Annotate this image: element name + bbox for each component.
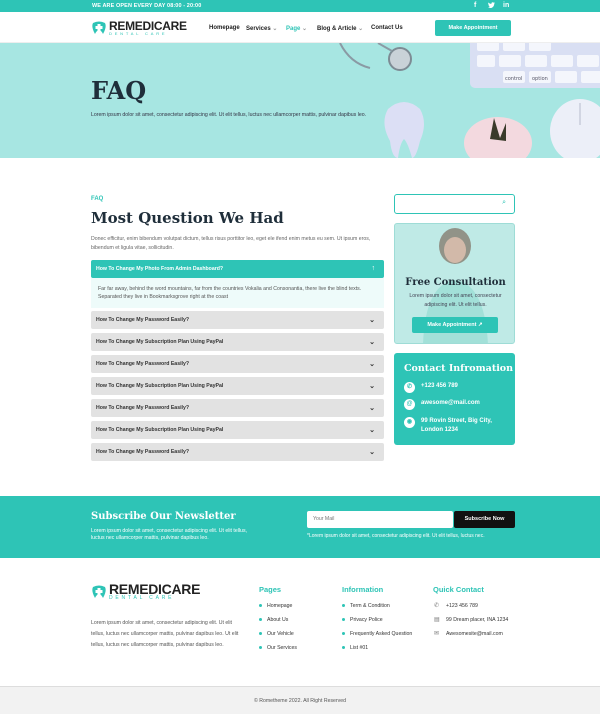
copyright-text: Rometheme 2022. All Right Reserved [259,698,347,704]
faq-question: How To Change My Subscription Plan Using… [96,383,224,389]
footer-email[interactable]: ✉ Awesomesite@mail.com [434,631,503,637]
footer-link[interactable]: Frequently Asked Question [342,631,412,637]
newsletter-title: Subscribe Our Newsletter [91,511,236,522]
mail-icon: ✉ [434,631,440,637]
linkedin-icon[interactable]: in [503,2,509,9]
footer-about: Lorem ipsum dolor sit amet, consectetur … [91,620,239,648]
footer-link[interactable]: Homepage [259,603,292,609]
faq-question: How To Change My Password Easily? [96,449,190,455]
footer-information-title: Information [342,585,384,594]
copyright-icon: © [253,698,258,704]
chevron-down-icon: ⌄ [369,339,375,346]
brand-name: REMEDICARE [109,581,201,597]
chevron-down-icon: ⌄ [369,383,375,390]
chevron-down-icon: ⌄ [369,361,375,368]
external-link-icon: ↗ [477,322,483,328]
newsletter-note: *Lorem ipsum dolor sit amet, consectetur… [307,533,485,539]
footer-logo[interactable]: REMEDICARE DENTAL CARE [91,582,200,601]
faq-question: How To Change My Password Easily? [96,405,190,411]
faq-item[interactable]: How To Change My Password Easily? ⌄ [91,355,384,373]
footer-link[interactable]: Our Vehicle [259,631,294,637]
footer-pages-title: Pages [259,585,282,594]
tooth-logo-icon [92,21,106,34]
chevron-down-icon: ⌄ [272,26,278,32]
newsletter-text: Lorem ipsum dolor sit amet, consectetur … [91,528,247,541]
faq-answer: Far far away, behind the word mountains,… [91,278,384,308]
faq-question: How To Change My Photo From Admin Dashbo… [96,266,224,272]
nav-blog[interactable]: Blog & Article ⌄ [317,25,363,32]
hero-subtitle: Lorem ipsum dolor sit amet, consectetur … [91,112,367,118]
location-icon: ◉ [404,417,415,428]
faq-item-open[interactable]: How To Change My Photo From Admin Dashbo… [91,260,384,278]
newsletter-email-input[interactable]: Your Mail [307,511,453,528]
consult-title: Free Consultation [405,277,506,288]
nav-page[interactable]: Page ⌄ [286,25,307,32]
brand-logo[interactable]: REMEDICARE DENTAL CARE [91,20,187,36]
chevron-down-icon: ⌄ [369,317,375,324]
chevron-down-icon: ⌄ [369,449,375,456]
faq-heading: Most Question We Had [91,209,284,227]
chevron-down-icon: ⌄ [369,405,375,412]
faq-question: How To Change My Subscription Plan Using… [96,427,224,433]
opening-hours: WE ARE OPEN EVERY DAY 08:00 - 20:00 [92,3,202,9]
footer-phone[interactable]: ✆ +123 456 789 [434,603,478,609]
faq-item[interactable]: How To Change My Password Easily? ⌄ [91,311,384,329]
search-input[interactable]: ⌕ [394,194,515,214]
tooth-logo-icon [92,585,106,598]
footer-link[interactable]: List #01 [342,645,368,651]
consult-text: Lorem ipsum dolor sit amet, consectetur … [409,293,502,308]
search-icon[interactable]: ⌕ [502,199,506,207]
chevron-down-icon: ⌄ [302,26,308,32]
chevron-up-icon: ↑ [371,265,376,272]
site-header: REMEDICARE DENTAL CARE Homepage Services… [0,12,600,43]
faq-intro: Donec efficitur, enim bibendum volutpat … [91,236,371,251]
svg-text:control: control [505,76,522,82]
footer-link[interactable]: Privacy Police [342,617,383,623]
hero-dental-illustration: control option [339,43,600,158]
facebook-icon[interactable]: f [474,2,476,9]
page-hero: control option FAQ Lorem ipsum dolor sit… [0,43,600,158]
phone-icon: ✆ [404,382,415,393]
top-bar: WE ARE OPEN EVERY DAY 08:00 - 20:00 f in [0,0,600,12]
footer-link[interactable]: About Us [259,617,288,623]
footer-link[interactable]: Term & Condition [342,603,390,609]
mail-icon: @ [404,399,415,410]
contact-info-card: Contact Infromation ✆ +123 456 789 @ aweso… [394,353,515,445]
chevron-down-icon: ⌄ [358,26,364,32]
chevron-down-icon: ⌄ [369,427,375,434]
nav-services[interactable]: Services ⌄ [246,25,277,32]
faq-eyebrow: FAQ [91,196,104,202]
newsletter-section: Subscribe Our Newsletter Lorem ipsum dol… [0,496,600,558]
footer-quick-contact-title: Quick Contact [433,585,484,594]
nav-homepage[interactable]: Homepage [209,25,240,31]
phone-icon: ✆ [434,603,440,609]
map-icon: ▤ [434,617,440,623]
footer-address: ▤ 99 Dream placer, INA 1234 [434,617,509,623]
copyright-bar: © Rometheme 2022. All Right Reserved [0,686,600,714]
free-consultation-card: Free Consultation Lorem ipsum dolor sit … [394,223,515,344]
faq-question: How To Change My Password Easily? [96,317,190,323]
faq-question: How To Change My Password Easily? [96,361,190,367]
footer-link[interactable]: Our Services [259,645,297,651]
faq-question: How To Change My Subscription Plan Using… [96,339,224,345]
make-appointment-button[interactable]: Make Appointment [435,20,511,36]
subscribe-button[interactable]: Subscribe Now [454,511,515,528]
nav-contact[interactable]: Contact Us [371,25,403,31]
svg-text:option: option [532,76,548,82]
page-title: FAQ [91,76,147,105]
faq-item[interactable]: How To Change My Subscription Plan Using… [91,421,384,439]
faq-item[interactable]: How To Change My Password Easily? ⌄ [91,443,384,461]
twitter-icon[interactable] [488,2,495,10]
faq-item[interactable]: How To Change My Subscription Plan Using… [91,333,384,351]
consult-appointment-button[interactable]: Make Appointment ↗ [412,317,498,333]
contact-title: Contact Infromation [404,363,514,374]
faq-item[interactable]: How To Change My Password Easily? ⌄ [91,399,384,417]
faq-item[interactable]: How To Change My Subscription Plan Using… [91,377,384,395]
